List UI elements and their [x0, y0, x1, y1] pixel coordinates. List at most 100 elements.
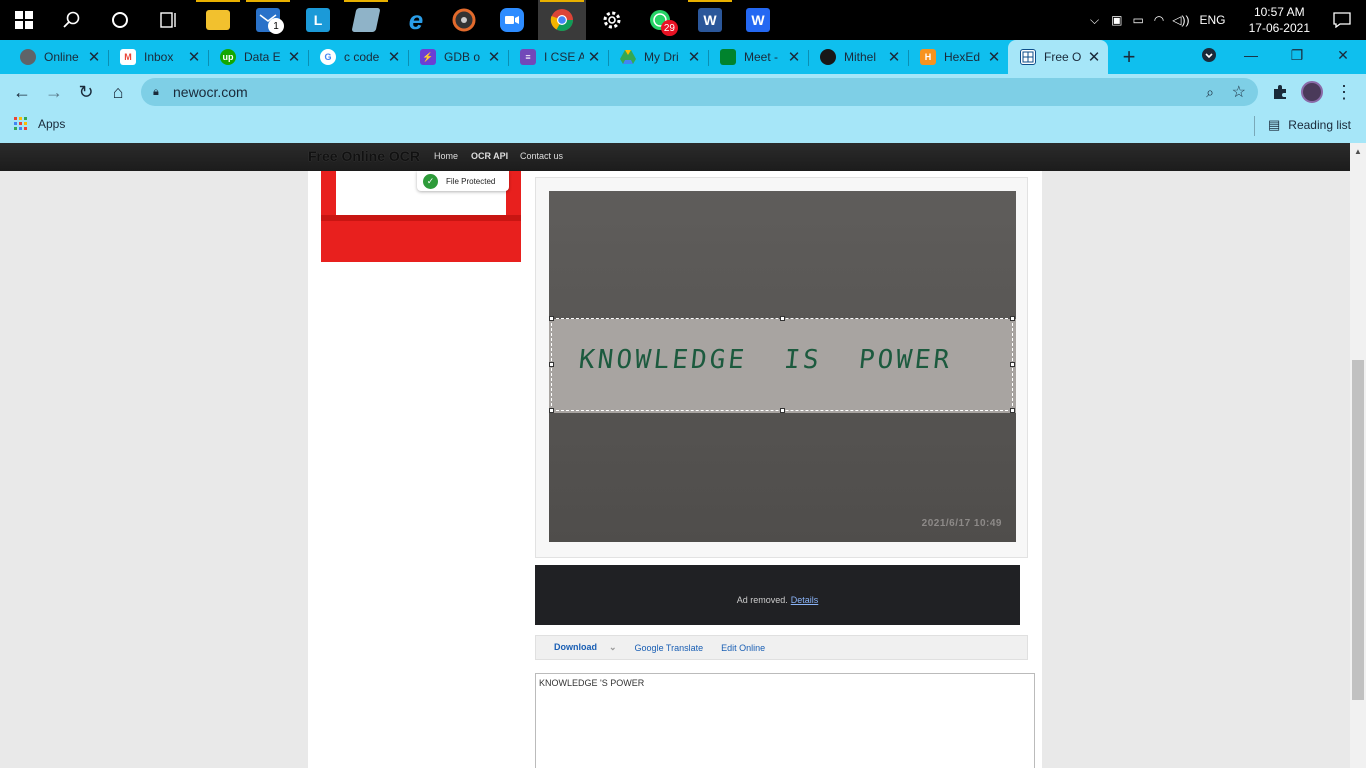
language-indicator[interactable]: ENG [1200, 13, 1226, 27]
tab-free-ocr[interactable]: Free O ✕ [1008, 40, 1108, 74]
site-title[interactable]: Free Online OCR [308, 148, 420, 164]
close-icon[interactable]: ✕ [384, 48, 404, 66]
chevron-up-icon[interactable]: ⌵ [1090, 13, 1099, 28]
address-bar[interactable]: 🔒︎ newocr.com ⌕ ☆ [141, 78, 1258, 106]
apps-shortcut[interactable]: Apps [14, 117, 65, 131]
lenovo-app-icon[interactable]: L [294, 0, 342, 40]
wifi-icon[interactable]: ◠ [1154, 13, 1164, 27]
close-icon[interactable]: ✕ [584, 48, 604, 66]
uploaded-image[interactable]: KNOWLEDGE IS POWER 2021/6/17 10:49 [549, 191, 1016, 542]
mail-icon[interactable]: 1 [244, 0, 292, 40]
cortana-icon[interactable] [96, 0, 144, 40]
selection-handle[interactable] [549, 316, 554, 321]
chrome-menu-icon[interactable]: ⋮ [1330, 78, 1358, 106]
tab-c-code[interactable]: G c code ✕ [308, 40, 408, 74]
close-icon[interactable]: ✕ [784, 48, 804, 66]
close-icon[interactable]: ✕ [284, 48, 304, 66]
whatsapp-icon[interactable]: 29 [636, 0, 684, 40]
tab-data-entry[interactable]: up Data E ✕ [208, 40, 308, 74]
settings-gear-icon[interactable] [588, 0, 636, 40]
reading-list-icon: ▤ [1268, 117, 1281, 132]
wps-app-icon[interactable]: W [734, 0, 782, 40]
url-text: newocr.com [173, 84, 248, 100]
bookmark-star-icon[interactable]: ☆ [1232, 82, 1246, 102]
nav-home[interactable]: Home [434, 151, 458, 161]
meet-now-icon[interactable]: ▣ [1111, 13, 1122, 27]
selection-handle[interactable] [1010, 408, 1015, 413]
close-icon[interactable]: ✕ [184, 48, 204, 66]
ocr-result-text: KNOWLEDGE 'S POWER [539, 678, 645, 688]
home-icon[interactable]: ⌂ [104, 78, 132, 106]
zoom-icon[interactable]: ⌕ [1206, 84, 1214, 101]
reading-list-button[interactable]: ▤ Reading list [1268, 117, 1351, 133]
extensions-puzzle-icon[interactable] [1266, 78, 1294, 106]
google-icon: G [320, 49, 336, 65]
nav-contact-us[interactable]: Contact us [520, 151, 563, 161]
zoom-app-icon[interactable] [488, 0, 536, 40]
selection-handle[interactable] [780, 316, 785, 321]
tab-search-icon[interactable] [1186, 40, 1232, 70]
tab-online[interactable]: Online ✕ [8, 40, 108, 74]
ocr-result-textarea[interactable]: KNOWLEDGE 'S POWER [535, 673, 1035, 768]
nav-ocr-api[interactable]: OCR API [471, 151, 508, 161]
close-icon[interactable]: ✕ [84, 48, 104, 66]
notes-app-icon[interactable] [342, 0, 390, 40]
new-tab-button[interactable]: + [1117, 40, 1141, 74]
notification-center-icon[interactable] [1318, 0, 1366, 40]
edit-online-button[interactable]: Edit Online [721, 643, 765, 653]
volume-icon[interactable]: ◁)) [1172, 13, 1189, 27]
close-icon[interactable]: ✕ [884, 48, 904, 66]
page-scrollbar[interactable]: ▲ [1350, 143, 1366, 768]
close-window-button[interactable]: ✕ [1320, 40, 1366, 70]
tab-meet[interactable]: Meet - ✕ [708, 40, 808, 74]
file-explorer-icon[interactable] [194, 0, 242, 40]
whatsapp-badge: 29 [660, 20, 678, 36]
upwork-icon: up [220, 49, 236, 65]
taskbar-clock[interactable]: 10:57 AM 17-06-2021 [1249, 4, 1310, 36]
hexed-icon: H [920, 49, 936, 65]
reload-icon[interactable]: ↻ [72, 78, 100, 106]
selection-handle[interactable] [549, 362, 554, 367]
restore-button[interactable]: ❐ [1274, 40, 1320, 70]
ad-details-link[interactable]: Details [791, 595, 819, 605]
profile-avatar[interactable] [1298, 78, 1326, 106]
tab-my-drive[interactable]: My Dri ✕ [608, 40, 708, 74]
lock-icon: 🔒︎ [153, 85, 159, 98]
scrollbar-thumb[interactable] [1352, 360, 1364, 700]
internet-explorer-icon[interactable]: e [392, 0, 440, 40]
selection-handle[interactable] [549, 408, 554, 413]
search-icon[interactable] [48, 0, 96, 40]
tab-cse[interactable]: ≡ I CSE A ✕ [508, 40, 608, 74]
selection-handle[interactable] [780, 408, 785, 413]
tab-inbox[interactable]: M Inbox ✕ [108, 40, 208, 74]
battery-icon[interactable]: ▭ [1132, 13, 1143, 27]
selection-handle[interactable] [1010, 362, 1015, 367]
minimize-button[interactable]: — [1228, 40, 1274, 70]
tab-github[interactable]: Mithel ✕ [808, 40, 908, 74]
gdb-icon: ⚡ [420, 49, 436, 65]
system-tray: ⌵ ▣ ▭ ◠ ◁)) ENG [1090, 0, 1226, 40]
tab-gdb[interactable]: ⚡ GDB o ✕ [408, 40, 508, 74]
download-button[interactable]: Download ⌄ [545, 642, 617, 653]
selection-handle[interactable] [1010, 316, 1015, 321]
close-icon[interactable]: ✕ [984, 48, 1004, 66]
selection-box[interactable] [549, 316, 1015, 413]
google-translate-button[interactable]: Google Translate [635, 643, 704, 653]
word-app-icon[interactable]: W [686, 0, 734, 40]
photo-timestamp: 2021/6/17 10:49 [921, 518, 1002, 529]
task-view-icon[interactable] [144, 0, 192, 40]
tab-hexed[interactable]: H HexEd ✕ [908, 40, 1008, 74]
advertisement-image[interactable]: ✓ File Protected [321, 171, 521, 262]
close-icon[interactable]: ✕ [484, 48, 504, 66]
chrome-app-icon[interactable] [538, 0, 586, 40]
site-header: Free Online OCR Home OCR API Contact us [0, 143, 1350, 171]
forward-arrow-icon[interactable]: → [40, 78, 68, 106]
scroll-up-arrow-icon[interactable]: ▲ [1354, 147, 1362, 156]
back-arrow-icon[interactable]: ← [8, 78, 36, 106]
windows-start-icon[interactable] [0, 0, 48, 40]
music-app-icon[interactable] [440, 0, 488, 40]
clock-time: 10:57 AM [1253, 5, 1305, 19]
apps-grid-icon [14, 117, 27, 130]
close-icon[interactable]: ✕ [1084, 48, 1104, 66]
close-icon[interactable]: ✕ [684, 48, 704, 66]
